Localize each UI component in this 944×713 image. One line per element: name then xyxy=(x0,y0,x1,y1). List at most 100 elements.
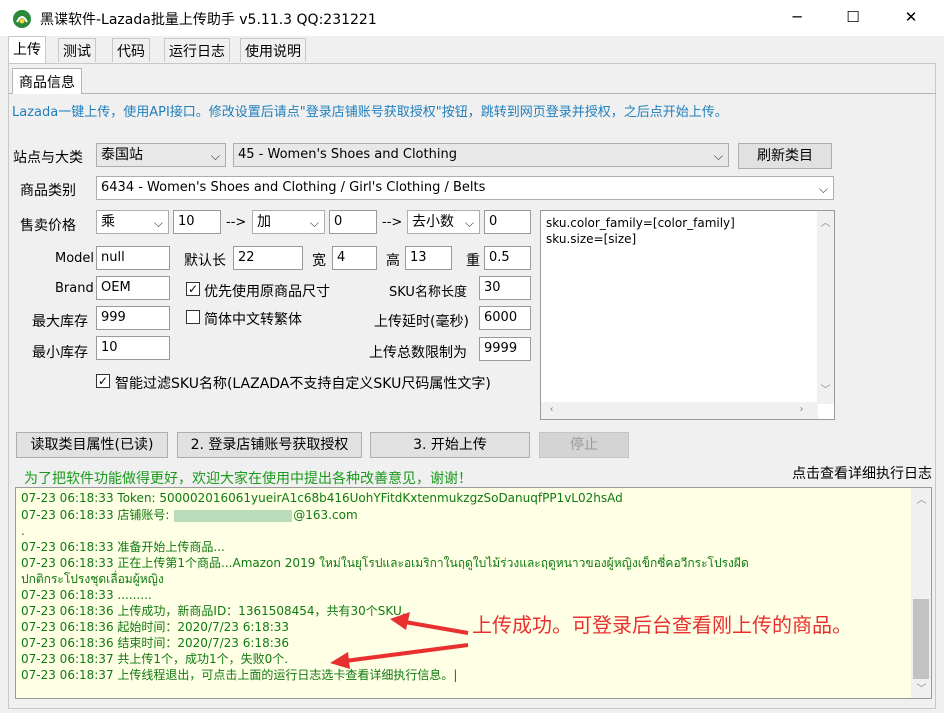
model-label: Model xyxy=(55,251,95,266)
scroll-down-icon[interactable]: ﹀ xyxy=(817,381,834,396)
price-op3-value: 去小数 xyxy=(412,214,454,230)
chevron-down-icon: ⌵ xyxy=(309,216,319,230)
site-label: 站点与大类 xyxy=(13,150,83,166)
subtab-divider xyxy=(8,93,936,94)
chevron-down-icon: ⌵ xyxy=(818,182,828,196)
length-input[interactable]: 22 xyxy=(233,246,303,270)
main-tabs: 上传 测试 代码 运行日志 使用说明 xyxy=(0,36,944,64)
product-category-select[interactable]: 6434 - Women's Shoes and Clothing / Girl… xyxy=(96,176,834,200)
length-label: 默认长 xyxy=(184,253,226,269)
price-val2-input[interactable]: 0 xyxy=(329,210,377,234)
log-line: 07-23 06:18:33 店铺账号: @163.com xyxy=(21,508,358,522)
horizontal-scrollbar[interactable]: ‹ › xyxy=(541,402,818,419)
scroll-left-icon[interactable]: ‹ xyxy=(543,404,560,415)
scroll-down-icon[interactable]: ﹀ xyxy=(913,680,930,695)
max-stock-input[interactable]: 999 xyxy=(96,306,170,330)
width-label: 宽 xyxy=(312,253,326,269)
price-op2-value: 加 xyxy=(257,214,271,230)
use-original-size-checkbox[interactable]: ✓ xyxy=(186,282,200,296)
log-line: 07-23 06:18:36 结束时间：2020/7/23 6:18:36 xyxy=(21,636,290,650)
model-input[interactable]: null xyxy=(96,246,170,270)
smart-filter-label: 智能过滤SKU名称(LAZADA不支持自定义SKU尺码属性文字) xyxy=(115,376,491,392)
sku-name-len-label: SKU名称长度 xyxy=(389,285,467,300)
simp-to-trad-checkbox[interactable] xyxy=(186,310,200,324)
chevron-down-icon: ⌵ xyxy=(713,149,723,163)
tab-upload[interactable]: 上传 xyxy=(8,36,46,64)
log-line: 07-23 06:18:36 起始时间：2020/7/23 6:18:33 xyxy=(21,620,290,634)
scroll-right-icon[interactable]: › xyxy=(793,404,810,415)
tab-usage[interactable]: 使用说明 xyxy=(240,38,306,62)
smart-filter-checkbox[interactable]: ✓ xyxy=(96,374,110,388)
minimize-button[interactable]: ─ xyxy=(774,0,820,36)
chevron-down-icon: ⌵ xyxy=(210,149,220,163)
login-authorize-button[interactable]: 2. 登录店铺账号获取授权 xyxy=(177,432,362,458)
chevron-down-icon: ⌵ xyxy=(153,216,163,230)
min-stock-input[interactable]: 10 xyxy=(96,336,170,360)
log-line: 07-23 06:18:33 Token: 500002016061yueirA… xyxy=(21,491,623,505)
sku-mapping-textarea[interactable]: sku.color_family=[color_family] sku.size… xyxy=(540,210,835,420)
price-op1-select[interactable]: 乘 ⌵ xyxy=(96,210,169,234)
annotation-text: 上传成功。可登录后台查看刚上传的商品。 xyxy=(472,613,852,637)
site-select[interactable]: 泰国站 ⌵ xyxy=(96,143,226,167)
log-line: 07-23 06:18:33 ......... xyxy=(21,588,152,602)
tab-product-info[interactable]: 商品信息 xyxy=(12,68,82,94)
vertical-scrollbar[interactable]: ︿ ﹀ xyxy=(817,211,834,404)
notice-text: Lazada一键上传，使用API接口。修改设置后请点"登录店铺账号获取授权"按钮… xyxy=(12,105,728,120)
log-line: 07-23 06:18:33 准备开始上传商品... xyxy=(21,540,225,554)
height-label: 高 xyxy=(386,253,400,269)
redacted-account xyxy=(174,509,293,522)
weight-input[interactable]: 0.5 xyxy=(484,246,531,270)
log-line: . xyxy=(21,524,25,538)
log-line: 07-23 06:18:36 上传成功，新商品ID：1361508454，共有3… xyxy=(21,604,410,618)
arrow-text: --> xyxy=(226,215,247,230)
chevron-down-icon: ⌵ xyxy=(464,216,474,230)
upload-limit-label: 上传总数限制为 xyxy=(369,345,467,361)
width-input[interactable]: 4 xyxy=(332,246,377,270)
log-line: 07-23 06:18:37 上传线程退出，可点击上面的运行日志选卡查看详细执行… xyxy=(21,668,458,682)
product-category-label: 商品类别 xyxy=(20,183,76,199)
stop-button[interactable]: 停止 xyxy=(539,432,629,458)
weight-label: 重 xyxy=(466,253,480,269)
sku-mapping-text: sku.color_family=[color_family] sku.size… xyxy=(546,216,735,246)
brand-label: Brand xyxy=(55,281,94,296)
start-upload-button[interactable]: 3. 开始上传 xyxy=(370,432,530,458)
log-line: 07-23 06:18:33 正在上传第1个商品...Amazon 2019 ใ… xyxy=(21,556,749,570)
upload-delay-input[interactable]: 6000 xyxy=(479,306,531,330)
scroll-up-icon[interactable]: ︿ xyxy=(913,491,930,506)
tab-code[interactable]: 代码 xyxy=(112,38,150,62)
promo-text: 为了把软件功能做得更好，欢迎大家在使用中提出各种改善意见，谢谢！ xyxy=(24,471,472,487)
category-select-value: 45 - Women's Shoes and Clothing xyxy=(238,147,457,162)
price-op2-select[interactable]: 加 ⌵ xyxy=(252,210,325,234)
arrow-text: --> xyxy=(382,215,403,230)
scroll-up-icon[interactable]: ︿ xyxy=(817,214,834,229)
log-output[interactable]: 07-23 06:18:33 Token: 500002016061yueirA… xyxy=(15,487,932,699)
title-bar: 黑谍软件-Lazada批量上传助手 v5.11.3 QQ:231221 ─ ☐ … xyxy=(0,0,944,36)
min-stock-label: 最小库存 xyxy=(32,345,88,361)
upload-limit-input[interactable]: 9999 xyxy=(479,337,531,361)
tab-test[interactable]: 测试 xyxy=(58,38,96,62)
price-label: 售卖价格 xyxy=(20,218,76,234)
scroll-thumb[interactable] xyxy=(913,599,929,679)
maximize-button[interactable]: ☐ xyxy=(830,0,876,36)
height-input[interactable]: 13 xyxy=(405,246,452,270)
use-original-size-label: 优先使用原商品尺寸 xyxy=(204,284,330,300)
log-scrollbar[interactable]: ︿ ﹀ xyxy=(911,488,931,698)
view-log-link[interactable]: 点击查看详细执行日志 xyxy=(792,463,932,483)
tab-run-log[interactable]: 运行日志 xyxy=(164,38,230,62)
sku-name-len-input[interactable]: 30 xyxy=(479,276,531,300)
price-op1-value: 乘 xyxy=(101,214,115,230)
refresh-category-button[interactable]: 刷新类目 xyxy=(738,143,832,169)
simp-to-trad-label: 简体中文转繁体 xyxy=(204,312,302,328)
price-val1-input[interactable]: 10 xyxy=(173,210,221,234)
price-op3-select[interactable]: 去小数 ⌵ xyxy=(407,210,480,234)
read-attributes-button[interactable]: 读取类目属性(已读) xyxy=(16,432,168,458)
brand-input[interactable]: OEM xyxy=(96,276,170,300)
site-select-value: 泰国站 xyxy=(101,147,143,163)
price-val3-input[interactable]: 0 xyxy=(484,210,531,234)
close-button[interactable]: ✕ xyxy=(888,0,934,36)
log-line: 07-23 06:18:37 共上传1个，成功1个，失败0个. xyxy=(21,652,289,666)
window-title: 黑谍软件-Lazada批量上传助手 v5.11.3 QQ:231221 xyxy=(40,12,377,28)
max-stock-label: 最大库存 xyxy=(32,314,88,330)
upload-delay-label: 上传延时(毫秒) xyxy=(374,314,469,330)
category-select[interactable]: 45 - Women's Shoes and Clothing ⌵ xyxy=(233,143,729,167)
